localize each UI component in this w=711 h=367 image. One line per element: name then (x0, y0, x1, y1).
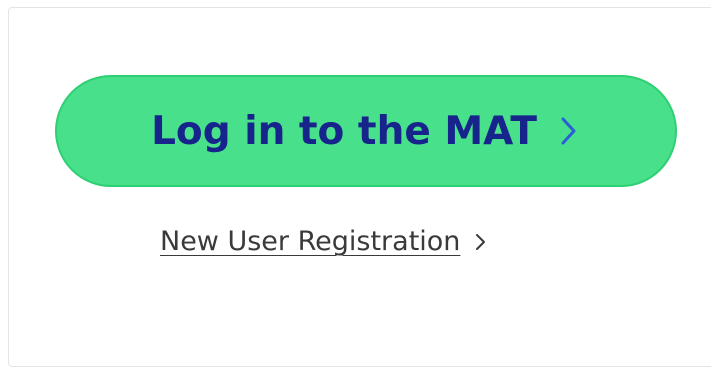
chevron-right-icon (476, 233, 486, 250)
new-user-registration-label: New User Registration (160, 226, 461, 257)
login-button-label: Log in to the MAT (151, 108, 537, 154)
chevron-right-icon (561, 117, 576, 145)
login-card (8, 7, 711, 367)
new-user-registration-link[interactable]: New User Registration (160, 226, 488, 257)
login-button[interactable]: Log in to the MAT (55, 75, 677, 187)
